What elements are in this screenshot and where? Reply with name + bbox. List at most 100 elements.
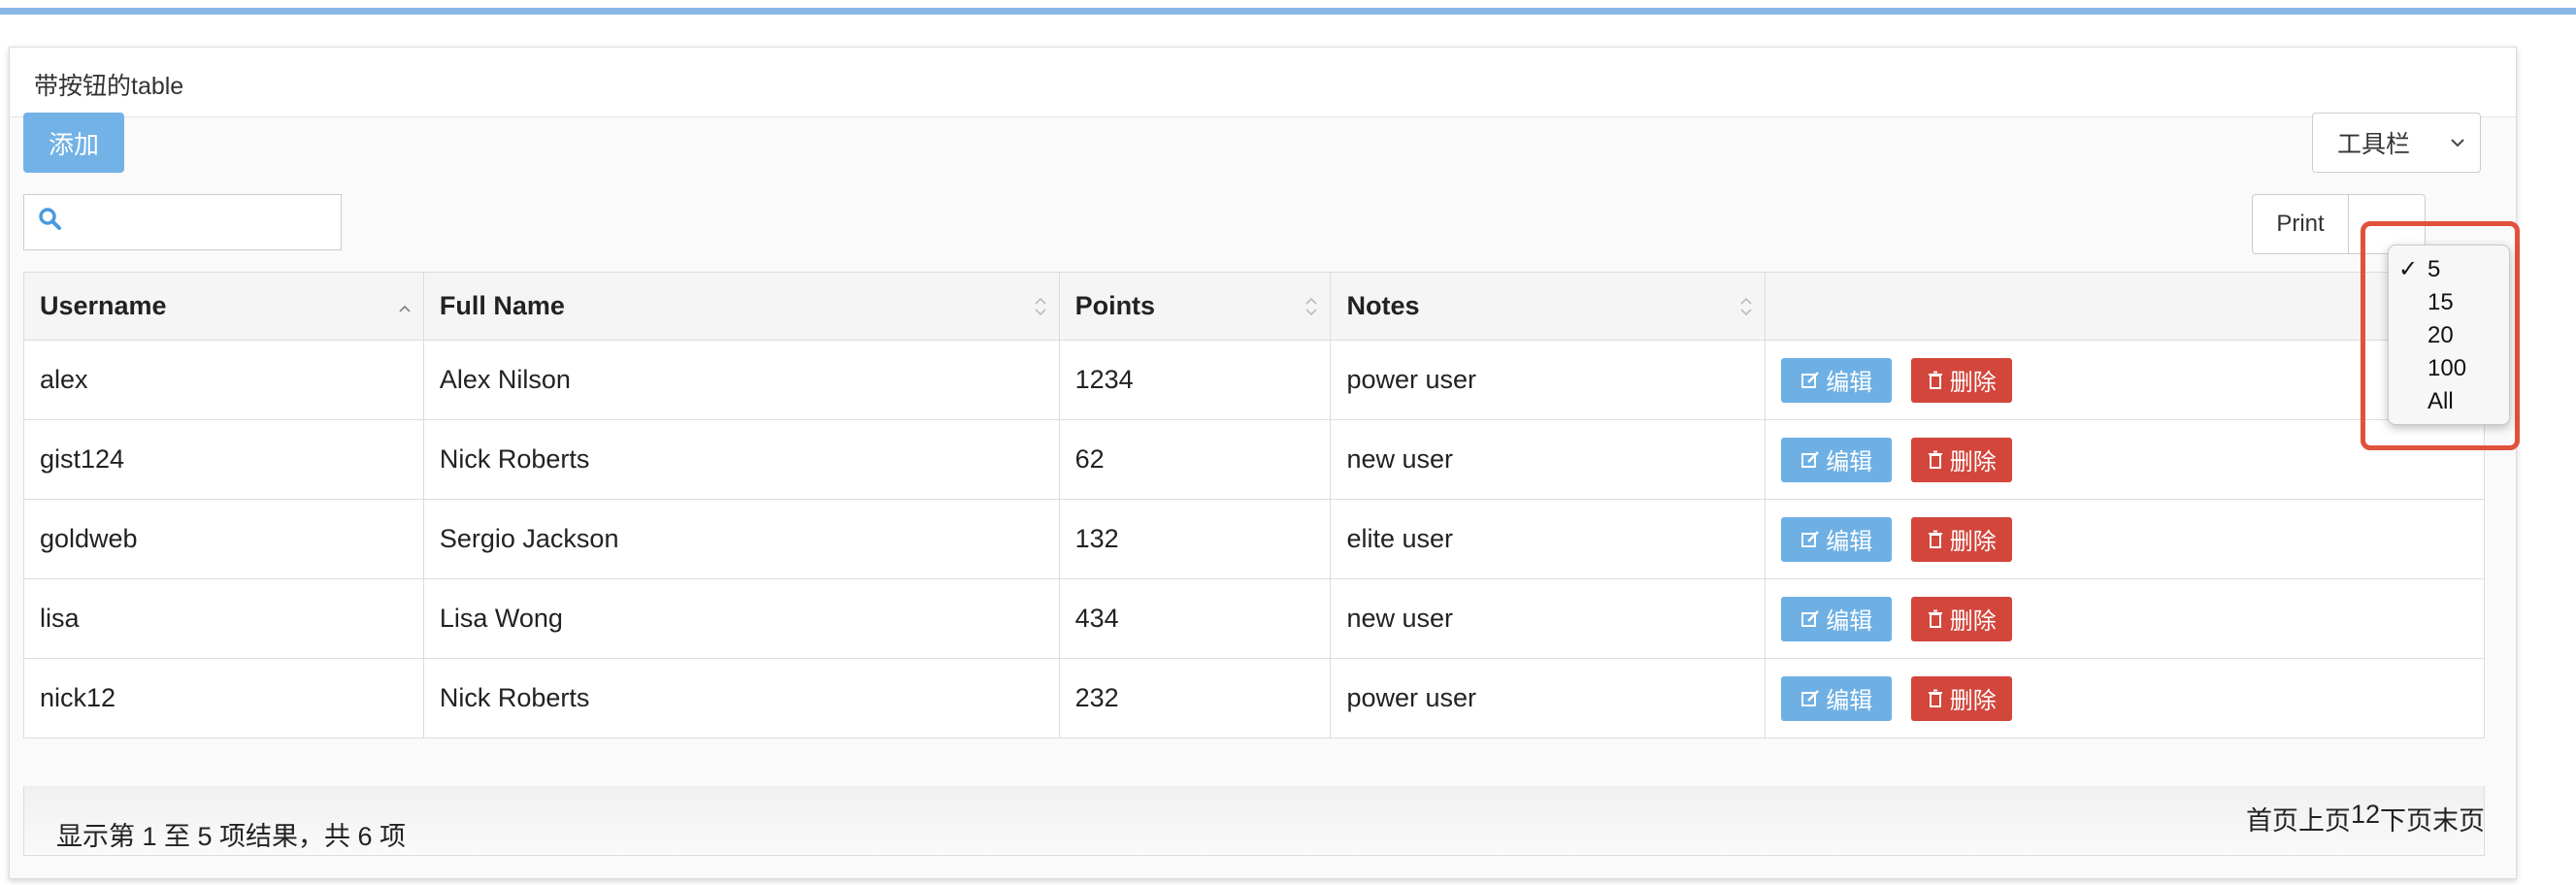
pagination-info: 显示第 1 至 5 项结果，共 6 项 (56, 822, 407, 851)
delete-button[interactable]: 删除 (1910, 675, 2012, 721)
delete-label: 删除 (1949, 688, 1997, 714)
edit-label: 编辑 (1826, 449, 1873, 475)
search-box[interactable] (23, 194, 342, 250)
table-row: lisa Lisa Wong 434 new user 编辑 删除 (23, 578, 2485, 659)
pager-page-2[interactable]: 2 (2365, 800, 2380, 837)
trash-icon (1928, 371, 1942, 389)
edit-label: 编辑 (1826, 529, 1873, 555)
delete-label: 删除 (1949, 608, 1997, 635)
page-size-option-15[interactable]: 15 (2389, 286, 2509, 319)
pager-last[interactable]: 末页 (2432, 800, 2485, 837)
option-label: 15 (2427, 289, 2454, 315)
toolbar-button[interactable]: 工具栏 (2312, 113, 2435, 173)
pager-page-1[interactable]: 1 (2351, 800, 2365, 837)
column-header-username[interactable]: Username (23, 272, 424, 341)
cell-username: lisa (23, 578, 424, 659)
column-header-label: Username (40, 291, 167, 320)
pager-first[interactable]: 首页 (2246, 800, 2298, 837)
pagination: 首页 上页 1 2 下页 末页 (2246, 800, 2485, 837)
data-table: Username Full Name Points Notes alex Ale… (23, 272, 2485, 738)
column-header-label: Points (1074, 291, 1156, 320)
sort-both-icon (1305, 297, 1318, 316)
print-button[interactable]: Print (2252, 194, 2349, 254)
column-header-label: Notes (1346, 291, 1420, 320)
sort-ascending-icon (399, 305, 411, 312)
edit-button[interactable]: 编辑 (1781, 516, 1893, 562)
table-row: gist124 Nick Roberts 62 new user 编辑 删除 (23, 419, 2485, 500)
cell-fullname: Nick Roberts (422, 419, 1060, 500)
edit-button[interactable]: 编辑 (1781, 675, 1893, 721)
edit-icon (1801, 689, 1820, 706)
cell-fullname: Alex Nilson (422, 340, 1060, 420)
cell-notes: elite user (1330, 499, 1767, 579)
edit-label: 编辑 (1826, 608, 1873, 635)
edit-icon (1801, 609, 1820, 627)
pager-prev[interactable]: 上页 (2298, 800, 2351, 837)
panel-header: 带按钮的table (10, 48, 2516, 117)
page-size-option-100[interactable]: 100 (2389, 352, 2509, 385)
search-icon (39, 208, 61, 230)
sort-both-icon (1034, 297, 1046, 316)
edit-button[interactable]: 编辑 (1781, 596, 1893, 641)
cell-fullname: Nick Roberts (422, 658, 1060, 738)
column-header-notes[interactable]: Notes (1330, 272, 1767, 341)
panel-title: 带按钮的table (34, 73, 184, 100)
page-size-option-all[interactable]: All (2389, 385, 2509, 418)
page-size-option-5[interactable]: ✓ 5 (2389, 253, 2509, 286)
cell-fullname: Sergio Jackson (422, 499, 1060, 579)
pager-next[interactable]: 下页 (2380, 800, 2432, 837)
delete-button[interactable]: 删除 (1910, 596, 2012, 641)
column-header-label: Full Name (439, 291, 565, 320)
delete-label: 删除 (1949, 529, 1997, 555)
cell-notes: new user (1330, 578, 1767, 659)
cell-actions: 编辑 删除 (1765, 499, 2485, 579)
table-row: goldweb Sergio Jackson 132 elite user 编辑… (23, 499, 2485, 579)
column-header-fullname[interactable]: Full Name (422, 272, 1060, 341)
option-label: All (2427, 388, 2454, 414)
cell-actions: 编辑 删除 (1765, 658, 2485, 738)
delete-label: 删除 (1949, 370, 1997, 396)
cell-username: nick12 (23, 658, 424, 738)
edit-icon (1801, 450, 1820, 468)
cell-points: 62 (1058, 419, 1332, 500)
trash-icon (1928, 530, 1942, 548)
cell-notes: power user (1330, 658, 1767, 738)
cell-points: 232 (1058, 658, 1332, 738)
cell-actions: 编辑 删除 (1765, 578, 2485, 659)
table-row: alex Alex Nilson 1234 power user 编辑 删除 (23, 340, 2485, 420)
edit-label: 编辑 (1826, 370, 1873, 396)
edit-button[interactable]: 编辑 (1781, 357, 1893, 403)
column-header-points[interactable]: Points (1058, 272, 1332, 341)
delete-button[interactable]: 删除 (1910, 516, 2012, 562)
cell-username: gist124 (23, 419, 424, 500)
edit-icon (1801, 530, 1820, 547)
cell-notes: new user (1330, 419, 1767, 500)
delete-label: 删除 (1949, 449, 1997, 475)
trash-icon (1928, 450, 1942, 469)
toolbar-dropdown-toggle[interactable] (2434, 113, 2481, 173)
page-size-menu: ✓ 5 15 20 100 All (2388, 245, 2510, 425)
chevron-down-icon (2450, 139, 2464, 148)
add-button[interactable]: 添加 (23, 113, 124, 173)
delete-button[interactable]: 删除 (1910, 357, 2012, 403)
cell-username: alex (23, 340, 424, 420)
cell-fullname: Lisa Wong (422, 578, 1060, 659)
sort-both-icon (1740, 297, 1752, 316)
table-row: nick12 Nick Roberts 232 power user 编辑 删除 (23, 658, 2485, 738)
option-label: 20 (2427, 322, 2454, 348)
edit-icon (1801, 371, 1820, 388)
option-label: 100 (2427, 355, 2467, 381)
trash-icon (1928, 689, 1942, 707)
cell-username: goldweb (23, 499, 424, 579)
cell-points: 1234 (1058, 340, 1332, 420)
page-size-option-20[interactable]: 20 (2389, 319, 2509, 352)
delete-button[interactable]: 删除 (1910, 437, 2012, 482)
check-icon: ✓ (2398, 256, 2419, 282)
search-input[interactable] (73, 205, 329, 242)
trash-icon (1928, 609, 1942, 628)
top-accent-bar (0, 8, 2576, 15)
edit-button[interactable]: 编辑 (1781, 437, 1893, 482)
cell-points: 132 (1058, 499, 1332, 579)
edit-label: 编辑 (1826, 688, 1873, 714)
table-header-row: Username Full Name Points Notes (23, 272, 2485, 341)
